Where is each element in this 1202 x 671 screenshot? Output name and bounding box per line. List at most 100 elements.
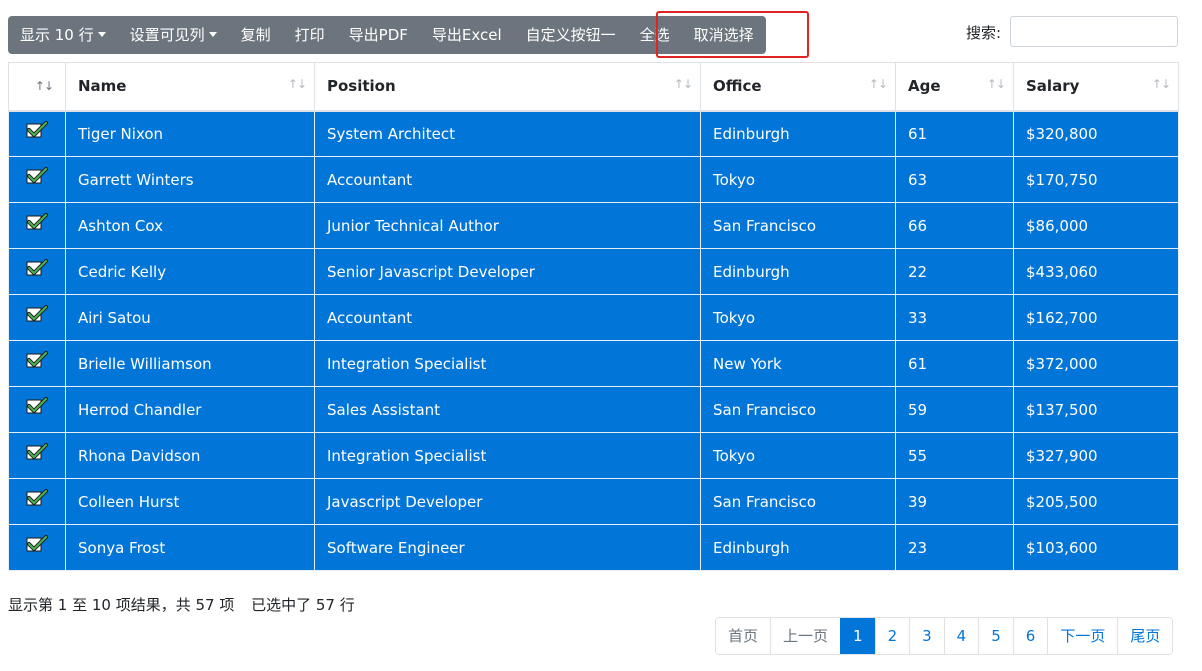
table-cell-age: 63	[895, 156, 1014, 203]
table-row[interactable]: Colleen Hurst Javascript Developer San Fra…	[8, 478, 1179, 525]
toolbar-button-4[interactable]: 导出PDF	[337, 16, 420, 54]
toolbar-button-2[interactable]: 复制	[229, 16, 283, 54]
table-cell-position: Software Engineer	[314, 524, 701, 571]
select-column-header[interactable]: ↑↓	[8, 62, 66, 112]
page-link-3[interactable]: 2	[874, 618, 910, 654]
table-cell-salary: $320,800	[1013, 110, 1179, 157]
table-cell-name: Garrett Winters	[65, 156, 315, 203]
table-cell-name: Colleen Hurst	[65, 478, 315, 525]
table-row[interactable]: Cedric Kelly Senior Javascript Developer E…	[8, 248, 1179, 295]
sort-icon: ↑↓	[287, 77, 307, 91]
toolbar-button-1[interactable]: 设置可见列	[118, 16, 229, 54]
checkmark-icon	[26, 351, 48, 368]
table-cell-age: 59	[895, 386, 1014, 433]
sort-icon: ↑↓	[986, 77, 1006, 91]
toolbar-button-label: 导出PDF	[348, 26, 408, 44]
toolbar-button-label: 自定义按钮一	[525, 26, 616, 44]
search-input[interactable]	[1010, 16, 1178, 47]
table-cell-position: Senior Javascript Developer	[314, 248, 701, 295]
page-link-5[interactable]: 4	[943, 618, 979, 654]
caret-down-icon	[208, 32, 217, 37]
column-header-position[interactable]: Position ↑↓	[314, 62, 701, 112]
page-link-9[interactable]: 尾页	[1117, 618, 1173, 654]
record-count-info: 显示第 1 至 10 项结果，共 57 项	[8, 596, 235, 614]
column-header-label: Name	[78, 77, 127, 96]
toolbar-button-8[interactable]: 取消选择	[682, 16, 766, 54]
column-header-age[interactable]: Age ↑↓	[895, 62, 1014, 112]
table-cell-salary: $137,500	[1013, 386, 1179, 433]
table-cell-salary: $205,500	[1013, 478, 1179, 525]
toolbar-button-0[interactable]: 显示 10 行	[8, 16, 118, 54]
table-cell-office: Tokyo	[700, 432, 896, 479]
column-header-name[interactable]: Name ↑↓	[65, 62, 315, 112]
table-row[interactable]: Rhona Davidson Integration Specialist Toky…	[8, 432, 1179, 479]
table-cell-name: Sonya Frost	[65, 524, 315, 571]
row-select-cell[interactable]	[8, 478, 66, 525]
toolbar-button-3[interactable]: 打印	[283, 16, 337, 54]
page-link-2[interactable]: 1	[840, 618, 875, 654]
checkmark-icon	[26, 167, 48, 184]
table-cell-name: Tiger Nixon	[65, 110, 315, 157]
button-toolbar: 显示 10 行 设置可见列 复制 打印 导出PDF 导出Excel 自定义按钮一 全选 取消选择	[8, 16, 766, 54]
row-select-cell[interactable]	[8, 202, 66, 249]
table-row[interactable]: Tiger Nixon System Architect Edinburgh 61 $3…	[8, 110, 1179, 157]
table-cell-office: Tokyo	[700, 156, 896, 203]
toolbar-button-5[interactable]: 导出Excel	[420, 16, 514, 54]
table-cell-office: San Francisco	[700, 386, 896, 433]
column-header-label: Salary	[1026, 77, 1080, 96]
page-link-0[interactable]: 首页	[716, 618, 771, 654]
table-cell-position: Integration Specialist	[314, 432, 701, 479]
page-link-8[interactable]: 下一页	[1047, 618, 1118, 654]
table-cell-office: Edinburgh	[700, 110, 896, 157]
row-select-cell[interactable]	[8, 386, 66, 433]
table-cell-office: Tokyo	[700, 294, 896, 341]
table-cell-salary: $86,000	[1013, 202, 1179, 249]
table-cell-office: San Francisco	[700, 202, 896, 249]
page-link-1[interactable]: 上一页	[770, 618, 841, 654]
row-select-cell[interactable]	[8, 524, 66, 571]
page-link-4[interactable]: 3	[909, 618, 944, 654]
page-link-7[interactable]: 6	[1012, 618, 1048, 654]
table-cell-position: Junior Technical Author	[314, 202, 701, 249]
row-select-cell[interactable]	[8, 110, 66, 157]
column-header-label: Office	[713, 77, 762, 96]
toolbar-button-6[interactable]: 自定义按钮一	[514, 16, 628, 54]
column-header-office[interactable]: Office ↑↓	[700, 62, 896, 112]
row-select-cell[interactable]	[8, 248, 66, 295]
table-cell-age: 66	[895, 202, 1014, 249]
table-cell-salary: $372,000	[1013, 340, 1179, 387]
page-link-6[interactable]: 5	[978, 618, 1013, 654]
table-cell-salary: $162,700	[1013, 294, 1179, 341]
sort-icon: ↑↓	[34, 79, 54, 94]
toolbar-button-label: 导出Excel	[431, 26, 502, 44]
table-cell-position: Accountant	[314, 156, 701, 203]
toolbar-button-7[interactable]: 全选	[628, 16, 682, 54]
table-header-row: ↑↓ Name ↑↓ Position ↑↓ Office ↑↓ Age ↑↓ Salary ↑↓	[8, 62, 1179, 112]
toolbar-button-label: 打印	[294, 26, 325, 44]
checkmark-icon	[26, 259, 48, 276]
table-row[interactable]: Brielle Williamson Integration Specialist…	[8, 340, 1179, 387]
search-label: 搜索:	[966, 24, 1002, 42]
sort-icon: ↑↓	[673, 77, 693, 91]
row-select-cell[interactable]	[8, 294, 66, 341]
table-cell-age: 39	[895, 478, 1014, 525]
column-header-label: Age	[908, 77, 941, 96]
checkmark-icon	[26, 121, 48, 138]
checkmark-icon	[26, 213, 48, 230]
table-cell-position: Sales Assistant	[314, 386, 701, 433]
sort-icon: ↑↓	[1151, 77, 1171, 91]
table-cell-position: System Architect	[314, 110, 701, 157]
column-header-salary[interactable]: Salary ↑↓	[1013, 62, 1179, 112]
table-cell-position: Accountant	[314, 294, 701, 341]
table-info: 显示第 1 至 10 项结果，共 57 项 已选中了 57 行	[8, 594, 355, 615]
table-row[interactable]: Ashton Cox Junior Technical Author San Fra…	[8, 202, 1179, 249]
table-cell-office: New York	[700, 340, 896, 387]
table-row[interactable]: Herrod Chandler Sales Assistant San Franci…	[8, 386, 1179, 433]
checkmark-icon	[26, 443, 48, 460]
row-select-cell[interactable]	[8, 432, 66, 479]
table-row[interactable]: Garrett Winters Accountant Tokyo 63 $170,750	[8, 156, 1179, 203]
table-row[interactable]: Sonya Frost Software Engineer Edinburgh 23 $…	[8, 524, 1179, 571]
row-select-cell[interactable]	[8, 340, 66, 387]
table-row[interactable]: Airi Satou Accountant Tokyo 33 $162,700	[8, 294, 1179, 341]
row-select-cell[interactable]	[8, 156, 66, 203]
